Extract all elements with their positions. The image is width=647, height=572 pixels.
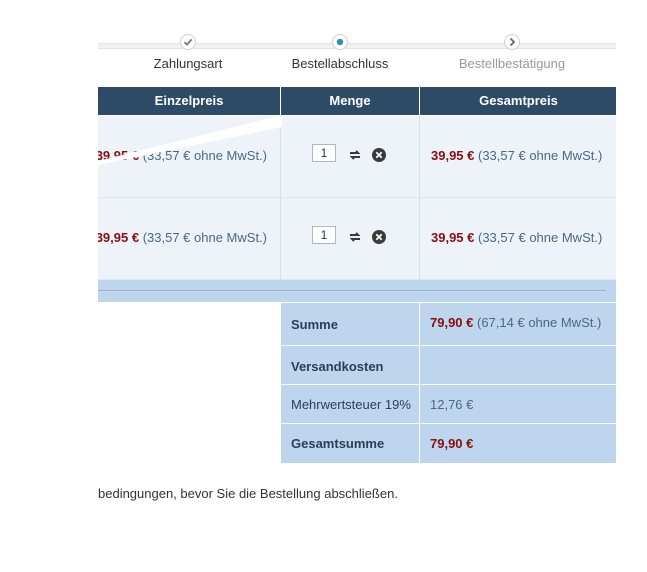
update-quantity-icon[interactable] xyxy=(347,147,363,163)
quantity-cell xyxy=(280,198,419,279)
step-label: Zahlungsart xyxy=(153,56,223,71)
subtotal-label: Summe xyxy=(291,317,338,332)
total-price: 39,95 € (33,57 € ohne MwSt.) xyxy=(431,148,602,163)
total-price: 39,95 € (33,57 € ohne MwSt.) xyxy=(431,230,602,245)
subtotal-net: (67,14 € ohne MwSt.) xyxy=(477,315,602,330)
summary-row-total: Gesamtsumme 79,90 € xyxy=(281,424,616,464)
grand-total-value: 79,90 € xyxy=(430,436,473,451)
header-quantity: Menge xyxy=(280,87,419,115)
table-header: Einzelpreis Menge Gesamtpreis xyxy=(98,87,616,115)
total-price-amount: 39,95 € xyxy=(431,148,475,163)
unit-price-cell: 39,95 € (33,57 € ohne MwSt.) xyxy=(98,198,280,279)
unit-price-net: (33,57 € ohne MwSt.) xyxy=(142,230,267,245)
step-zahlungsart[interactable]: Zahlungsart xyxy=(118,34,258,71)
shipping-label: Versandkosten xyxy=(291,359,384,374)
checkout-page: Zahlungsart Bestellabschluss Bestellbest… xyxy=(98,0,616,572)
vat-label: Mehrwertsteuer 19% xyxy=(291,397,411,412)
checkout-stepper: Zahlungsart Bestellabschluss Bestellbest… xyxy=(98,30,616,71)
total-price-amount: 39,95 € xyxy=(431,230,475,245)
table-row: 39,95 € (33,57 € ohne MwSt.) 39,95 € xyxy=(98,198,616,280)
summary-row-vat: Mehrwertsteuer 19% 12,76 € xyxy=(281,385,616,424)
update-quantity-icon[interactable] xyxy=(347,229,363,245)
step-bestellbestaetigung: Bestellbestätigung xyxy=(442,34,582,71)
quantity-cell xyxy=(280,116,419,197)
quantity-input[interactable] xyxy=(312,226,336,244)
subtotal-amount: 79,90 € xyxy=(430,315,474,330)
summary-row-shipping: Versandkosten xyxy=(281,346,616,385)
table-divider xyxy=(98,280,616,302)
step-bestellabschluss: Bestellabschluss xyxy=(270,34,410,71)
step-label: Bestellabschluss xyxy=(291,56,389,71)
chevron-right-icon xyxy=(504,34,520,50)
current-dot-icon xyxy=(332,34,348,50)
vat-value: 12,76 € xyxy=(430,397,474,412)
total-price-cell: 39,95 € (33,57 € ohne MwSt.) xyxy=(419,116,616,197)
step-label: Bestellbestätigung xyxy=(458,56,566,71)
total-price-cell: 39,95 € (33,57 € ohne MwSt.) xyxy=(419,198,616,279)
terms-notice: bedingungen, bevor Sie die Bestellung ab… xyxy=(98,486,398,501)
total-price-net: (33,57 € ohne MwSt.) xyxy=(478,148,603,163)
remove-item-icon[interactable] xyxy=(371,229,387,245)
subtotal-value: 79,90 € (67,14 € ohne MwSt.) xyxy=(430,315,601,330)
header-total-price: Gesamtpreis xyxy=(419,87,616,115)
remove-item-icon[interactable] xyxy=(371,147,387,163)
grand-total-label: Gesamtsumme xyxy=(291,436,385,451)
header-unit-price: Einzelpreis xyxy=(154,93,224,108)
unit-price-amount: 39,95 € xyxy=(98,230,140,245)
total-price-net: (33,57 € ohne MwSt.) xyxy=(478,230,603,245)
unit-price: 39,95 € (33,57 € ohne MwSt.) xyxy=(98,230,267,245)
checkmark-icon xyxy=(180,34,196,50)
quantity-input[interactable] xyxy=(312,144,336,162)
summary-row-subtotal: Summe 79,90 € (67,14 € ohne MwSt.) xyxy=(281,303,616,346)
screenshot-crop-artefact xyxy=(98,115,282,165)
grand-total-amount: 79,90 € xyxy=(430,436,474,451)
